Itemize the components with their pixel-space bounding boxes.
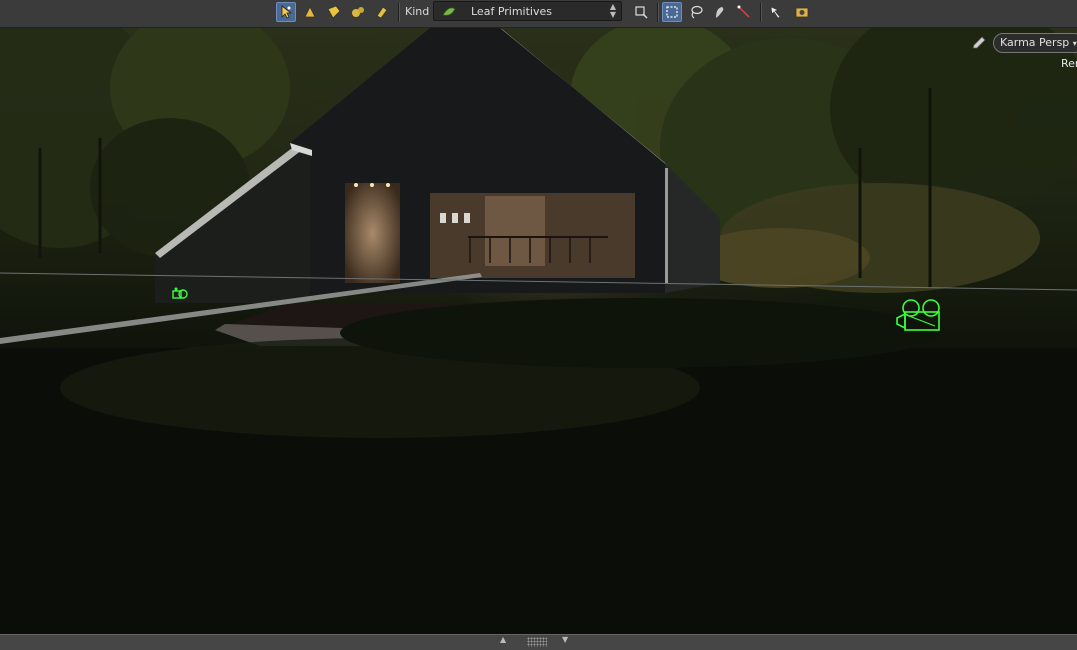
dropdown-arrows-icon: ▲ ▼	[609, 2, 616, 19]
lasso-select-icon[interactable]	[686, 2, 706, 22]
scene-viewport[interactable]: Karma Persp ▾ Ren	[0, 28, 1077, 634]
camera-menu-button[interactable]: Karma Persp ▾	[993, 33, 1077, 53]
chevron-down-icon: ▾	[1072, 39, 1077, 48]
camera-menu-label: Karma Persp	[1000, 36, 1070, 49]
light-gizmo-small-icon[interactable]	[171, 286, 189, 302]
kind-label: Kind	[405, 5, 430, 18]
viewport-toolbar: Kind Leaf Primitives ▲ ▼	[0, 0, 1077, 28]
pencil-icon[interactable]	[970, 35, 988, 55]
transform-icon[interactable]	[631, 2, 651, 22]
select-edges-icon[interactable]	[324, 2, 344, 22]
select-arrow-icon[interactable]	[276, 2, 296, 22]
toolbar-separator	[398, 3, 400, 22]
select-paint-icon[interactable]	[372, 2, 392, 22]
snapshot-icon[interactable]	[792, 2, 812, 22]
kind-dropdown-value: Leaf Primitives	[471, 5, 552, 18]
render-label: Ren	[1061, 57, 1077, 70]
pane-divider[interactable]: ▲ ▼	[0, 634, 1077, 650]
camera-gizmo-icon[interactable]	[895, 296, 947, 336]
leaf-primitives-icon	[441, 4, 457, 23]
expand-down-icon[interactable]: ▼	[562, 635, 568, 644]
select-group-icon[interactable]	[348, 2, 368, 22]
laser-select-icon[interactable]	[734, 2, 754, 22]
expand-up-icon[interactable]: ▲	[500, 635, 506, 644]
drag-handle-icon[interactable]	[527, 637, 547, 647]
toolbar-separator	[657, 3, 659, 22]
pick-icon[interactable]	[766, 2, 786, 22]
kind-dropdown[interactable]: Leaf Primitives ▲ ▼	[433, 1, 622, 21]
box-select-icon[interactable]	[662, 2, 682, 22]
brush-select-icon[interactable]	[710, 2, 730, 22]
toolbar-separator	[760, 3, 762, 22]
select-points-icon[interactable]	[300, 2, 320, 22]
